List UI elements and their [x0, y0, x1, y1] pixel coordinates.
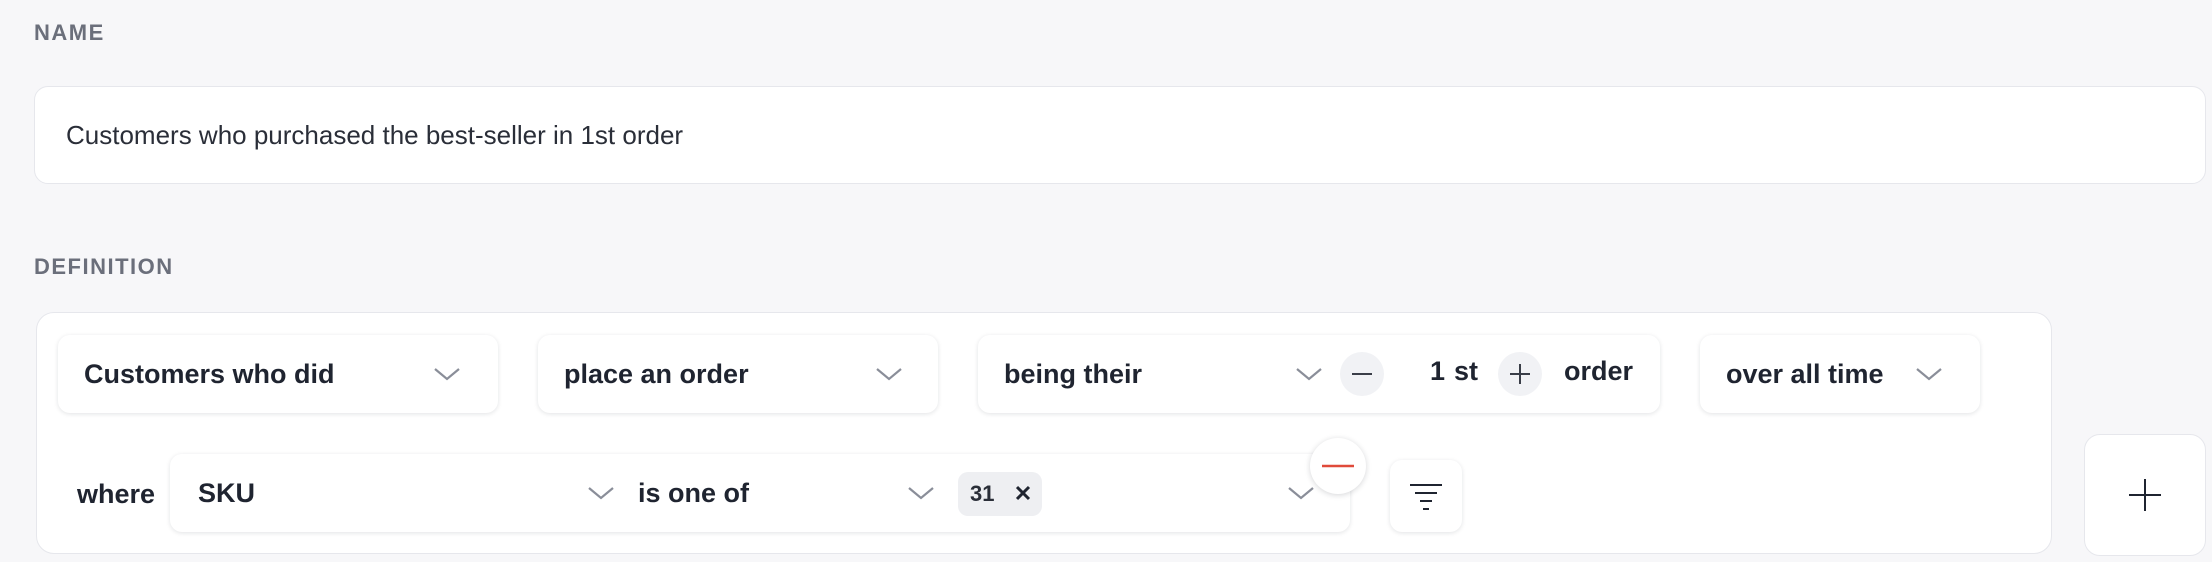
decrement-button[interactable]: [1340, 352, 1384, 396]
filter-button[interactable]: [1390, 460, 1462, 532]
remove-condition-button[interactable]: [1310, 438, 1366, 494]
time-range-select[interactable]: over all time: [1700, 335, 1980, 413]
chevron-down-icon[interactable]: [906, 484, 936, 502]
chevron-down-icon: [874, 365, 904, 383]
event-select[interactable]: place an order: [538, 335, 938, 413]
segment-name-value: Customers who purchased the best-seller …: [66, 119, 684, 150]
ordinal-group: being their 1 st order: [978, 335, 1660, 413]
name-section-label: NAME: [34, 20, 105, 45]
order-word: order: [1564, 356, 1634, 386]
subject-select-label: Customers who did: [84, 358, 335, 389]
operator-select-label[interactable]: is one of: [638, 478, 749, 509]
value-tag-label: 31: [970, 481, 995, 506]
chevron-down-icon[interactable]: [1294, 365, 1324, 383]
property-select-label[interactable]: SKU: [198, 478, 255, 509]
chevron-down-icon: [1914, 365, 1944, 383]
definition-section-label: DEFINITION: [34, 254, 174, 279]
subject-select[interactable]: Customers who did: [58, 335, 498, 413]
time-range-select-label: over all time: [1726, 358, 1884, 389]
ordinal-suffix: st: [1454, 356, 1479, 386]
increment-button[interactable]: [1498, 352, 1542, 396]
remove-condition-icon: [1322, 464, 1354, 468]
plus-icon: [1510, 364, 1530, 384]
close-icon[interactable]: [1014, 484, 1032, 502]
chevron-down-icon[interactable]: [586, 484, 616, 502]
chevron-down-icon[interactable]: [1286, 484, 1316, 502]
filter-icon: [1410, 484, 1442, 510]
add-condition-button[interactable]: [2084, 434, 2206, 556]
condition-group: SKU is one of: [170, 454, 1350, 532]
minus-icon: [1352, 373, 1372, 375]
event-select-label: place an order: [564, 358, 749, 389]
ordinal-number[interactable]: 1: [1430, 356, 1445, 387]
value-tag: 31: [958, 472, 1042, 516]
ordinal-select-label[interactable]: being their: [1004, 359, 1142, 390]
add-condition-icon: [2129, 479, 2161, 511]
where-label: where: [77, 479, 156, 509]
chevron-down-icon: [432, 365, 462, 383]
segment-name-input[interactable]: Customers who purchased the best-seller …: [34, 86, 2206, 184]
